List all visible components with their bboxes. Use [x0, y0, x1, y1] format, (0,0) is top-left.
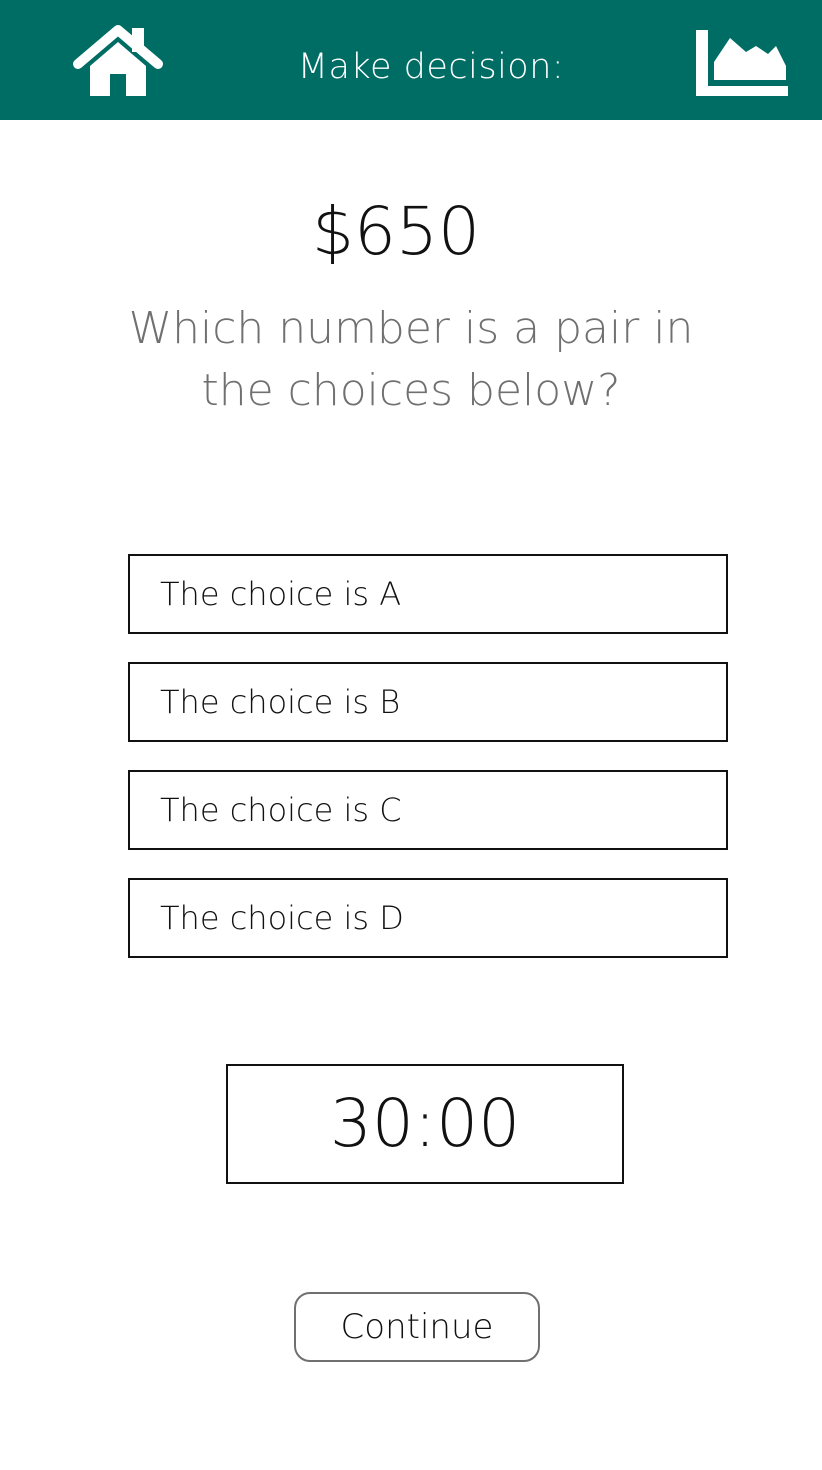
- chart-button[interactable]: [694, 28, 790, 98]
- question-text: Which number is a pair in the choices be…: [128, 303, 694, 416]
- choice-d-button[interactable]: The choice is D: [128, 878, 728, 958]
- continue-label: Continue: [340, 1307, 494, 1347]
- prize-amount: $650: [312, 193, 480, 270]
- choice-label: The choice is C: [160, 791, 402, 829]
- choice-b-button[interactable]: The choice is B: [128, 662, 728, 742]
- choice-label: The choice is A: [160, 575, 402, 613]
- choice-label: The choice is B: [160, 683, 401, 721]
- countdown-timer: 30:00: [226, 1064, 624, 1184]
- header-bar: Make decision:: [0, 0, 822, 120]
- choice-a-button[interactable]: The choice is A: [128, 554, 728, 634]
- continue-button[interactable]: Continue: [294, 1292, 540, 1362]
- timer-value: 30:00: [329, 1085, 521, 1162]
- choice-c-button[interactable]: The choice is C: [128, 770, 728, 850]
- area-chart-icon: [696, 30, 788, 96]
- choice-label: The choice is D: [160, 899, 404, 937]
